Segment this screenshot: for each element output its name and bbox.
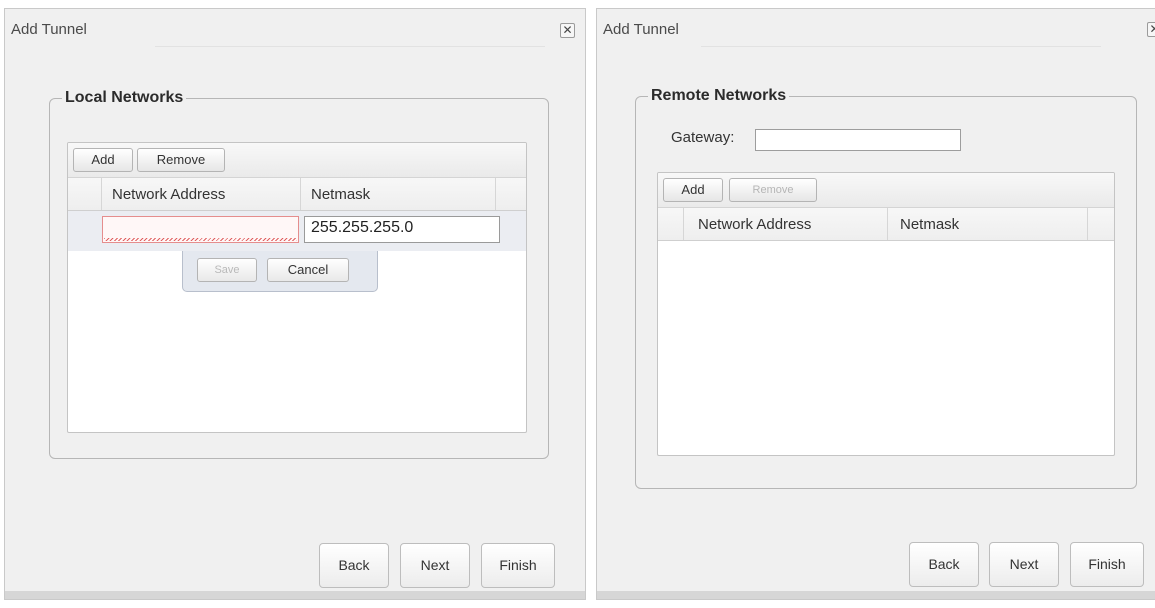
finish-button[interactable]: Finish [481,543,555,588]
grid-header: Network Address Netmask [658,208,1114,241]
dialog-bottom-edge [597,591,1155,599]
grid-header: Network Address Netmask [68,178,526,211]
back-button[interactable]: Back [909,542,979,587]
add-tunnel-dialog-local: Add Tunnel ✕ Local Networks Add Remove N… [4,8,586,600]
add-tunnel-dialog-remote: Add Tunnel ✕ Remote Networks Gateway: Ad… [596,8,1155,600]
close-icon[interactable]: ✕ [560,23,575,38]
group-title: Local Networks [65,89,184,106]
gateway-input[interactable] [755,129,961,151]
gateway-label: Gateway: [671,129,735,146]
row-number-header [68,178,102,210]
grid-toolbar: Add Remove [68,143,526,178]
back-button[interactable]: Back [319,543,389,588]
local-networks-grid: Add Remove Network Address Netmask 255.2… [67,142,527,433]
dialog-title: Add Tunnel [11,21,87,38]
column-header-network-address[interactable]: Network Address [684,208,888,240]
netmask-input[interactable]: 255.255.255.0 [304,216,500,243]
column-header-network-address[interactable]: Network Address [102,178,301,210]
group-title: Remote Networks [651,87,787,104]
add-button[interactable]: Add [73,148,133,172]
row-editor: 255.255.255.0 [68,211,526,251]
column-header-netmask[interactable]: Netmask [301,178,496,210]
dialog-bottom-edge [5,591,585,599]
title-divider [155,46,545,47]
network-address-input[interactable] [102,216,299,243]
finish-button[interactable]: Finish [1070,542,1144,587]
next-button[interactable]: Next [989,542,1059,587]
column-header-netmask[interactable]: Netmask [888,208,1088,240]
row-number-header [658,208,684,240]
next-button[interactable]: Next [400,543,470,588]
row-editor-buttons: Save Cancel [182,251,378,292]
close-icon[interactable]: ✕ [1147,22,1155,37]
grid-toolbar: Add Remove [658,173,1114,208]
validation-underline [104,238,297,241]
dialog-title: Add Tunnel [603,21,679,38]
title-divider [701,46,1101,47]
cancel-button[interactable]: Cancel [267,258,349,282]
remote-networks-grid: Add Remove Network Address Netmask [657,172,1115,456]
save-button[interactable]: Save [197,258,257,282]
remove-button[interactable]: Remove [729,178,817,202]
remove-button[interactable]: Remove [137,148,225,172]
add-button[interactable]: Add [663,178,723,202]
